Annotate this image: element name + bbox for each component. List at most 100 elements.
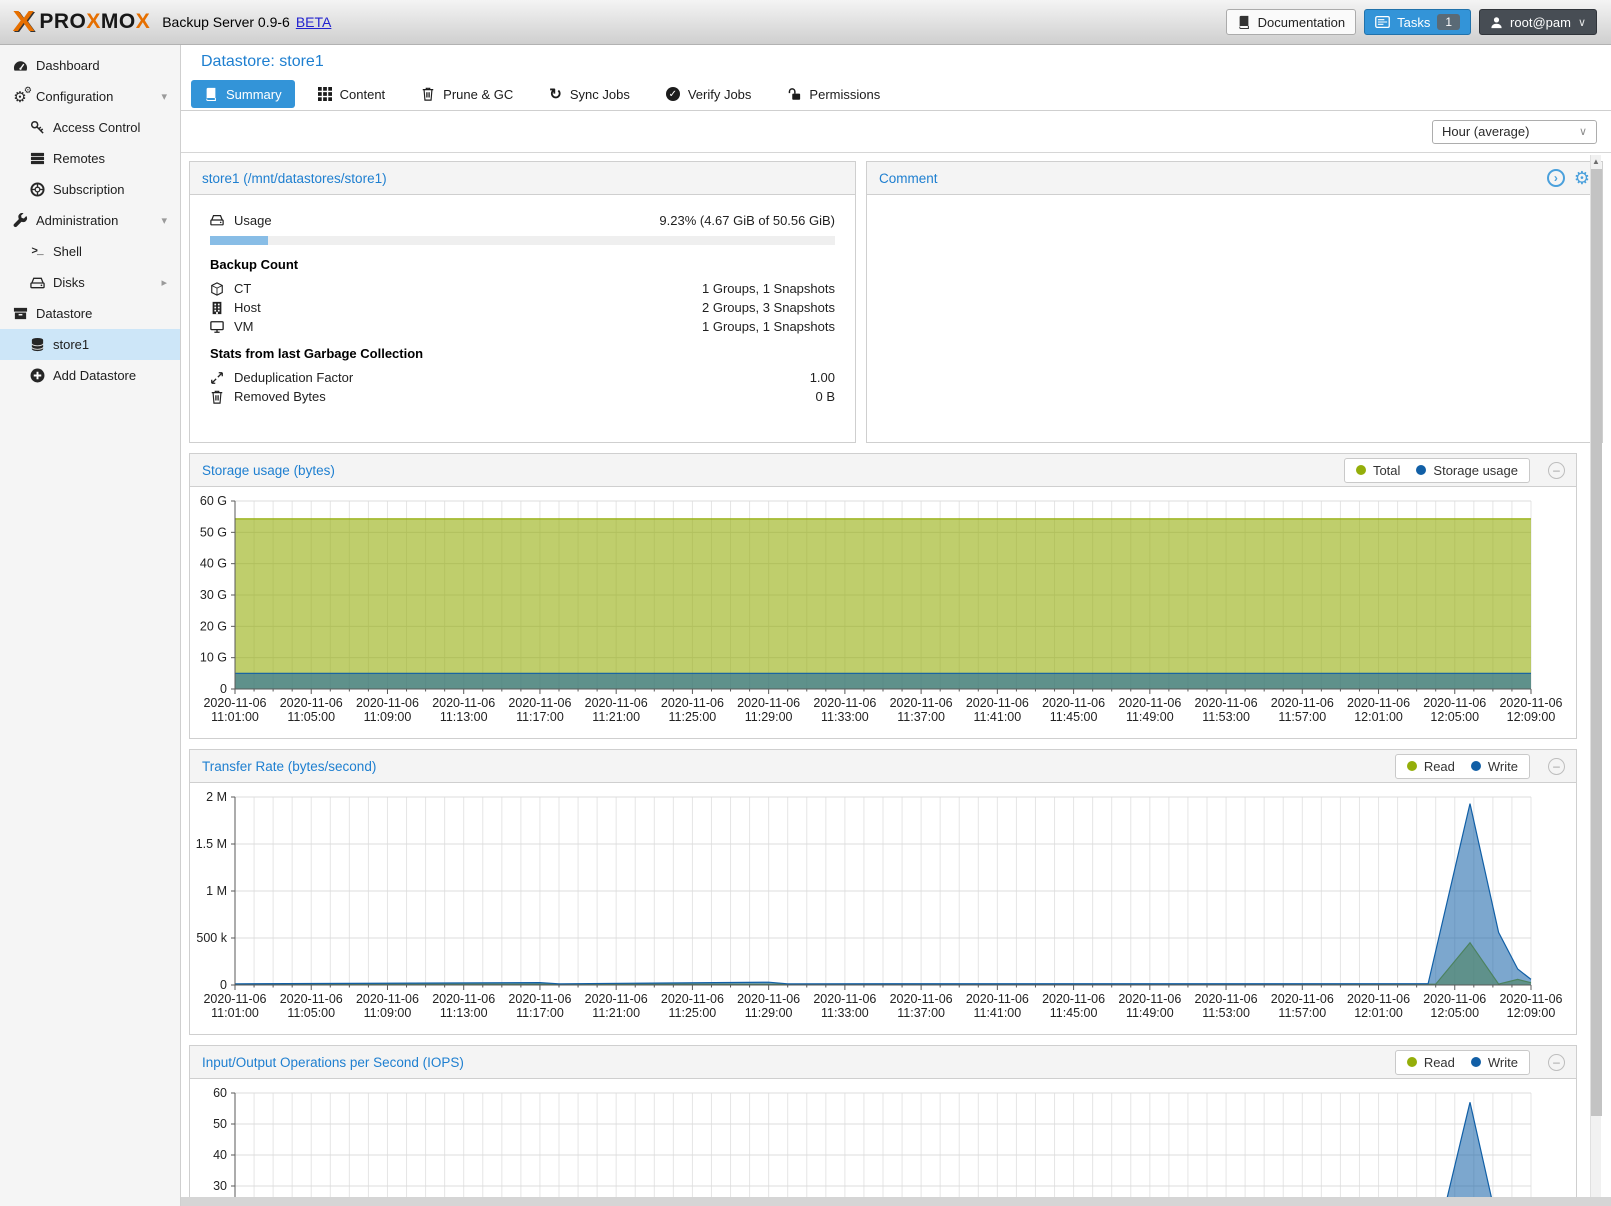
timeframe-select[interactable]: Hour (average) ∨ (1432, 120, 1597, 144)
tab-content[interactable]: Content (305, 80, 399, 108)
legend-item[interactable]: Read (1407, 1055, 1455, 1070)
svg-text:2020-11-06: 2020-11-06 (1347, 696, 1410, 710)
cube-icon (210, 282, 234, 296)
svg-text:11:05:00: 11:05:00 (287, 1006, 335, 1020)
sidebar-item-configuration[interactable]: ⚙⚙ Configuration ▾ (0, 81, 180, 112)
svg-text:2020-11-06: 2020-11-06 (890, 696, 953, 710)
legend-item[interactable]: Write (1471, 1055, 1518, 1070)
documentation-button[interactable]: Documentation (1226, 9, 1356, 35)
svg-text:2020-11-06: 2020-11-06 (203, 992, 266, 1006)
svg-text:40: 40 (213, 1148, 227, 1162)
svg-text:12:09:00: 12:09:00 (1507, 1006, 1556, 1020)
storage-usage-chart-panel: Storage usage (bytes) Total Storage usag… (189, 453, 1577, 739)
transfer-rate-chart-panel: Transfer Rate (bytes/second) Read Write … (189, 749, 1577, 1035)
tab-prune-gc[interactable]: Prune & GC (408, 80, 526, 108)
timeframe-value: Hour (average) (1442, 124, 1529, 139)
svg-text:11:21:00: 11:21:00 (592, 1006, 640, 1020)
sidebar-item-shell[interactable]: >_ Shell (0, 236, 180, 267)
brand-text: PROXMOX (39, 10, 150, 34)
archive-box-icon (10, 306, 30, 321)
chevron-circle-icon[interactable]: › (1547, 169, 1565, 187)
svg-text:12:09:00: 12:09:00 (1507, 710, 1556, 724)
tab-verify-jobs[interactable]: ✓ Verify Jobs (653, 80, 765, 108)
svg-text:2020-11-06: 2020-11-06 (1347, 992, 1410, 1006)
usage-progressbar (210, 236, 835, 245)
proxmox-x-icon: X (13, 8, 35, 37)
sidebar-item-access-control[interactable]: Access Control (0, 112, 180, 143)
task-list-icon (1375, 16, 1390, 28)
collapse-panel-icon[interactable]: – (1548, 1054, 1565, 1071)
legend-item[interactable]: Storage usage (1416, 463, 1518, 478)
svg-text:11:49:00: 11:49:00 (1126, 710, 1174, 724)
sidebar-item-dashboard[interactable]: Dashboard (0, 50, 180, 81)
sidebar-item-remotes[interactable]: Remotes (0, 143, 180, 174)
legend-item[interactable]: Write (1471, 759, 1518, 774)
chevron-down-icon[interactable]: ▾ (161, 214, 167, 227)
svg-text:11:29:00: 11:29:00 (745, 1006, 793, 1020)
collapse-panel-icon[interactable]: – (1548, 462, 1565, 479)
trash-icon (421, 87, 435, 101)
beta-link[interactable]: BETA (296, 14, 332, 30)
iops-chart: 01020304050602020-11-0611:01:002020-11-0… (190, 1081, 1576, 1206)
sidebar-item-store1[interactable]: store1 (0, 329, 180, 360)
backup-count-row-ct: CT 1 Groups, 1 Snapshots (210, 279, 835, 298)
tab-summary[interactable]: Summary (191, 80, 295, 108)
svg-text:11:01:00: 11:01:00 (211, 1006, 259, 1020)
sidebar-item-disks[interactable]: Disks ▸ (0, 267, 180, 298)
tab-label: Verify Jobs (688, 87, 752, 102)
tasks-button[interactable]: Tasks 1 (1364, 9, 1471, 35)
user-menu-button[interactable]: root@pam ∨ (1479, 9, 1597, 35)
tab-label: Content (340, 87, 386, 102)
backup-count-row-host: Host 2 Groups, 3 Snapshots (210, 298, 835, 317)
sidebar-item-subscription[interactable]: Subscription (0, 174, 180, 205)
life-ring-icon (27, 182, 47, 197)
sidebar-item-label: Access Control (53, 120, 140, 135)
vertical-scrollbar[interactable]: ▲ (1590, 155, 1601, 1206)
sidebar-item-label: Configuration (36, 89, 113, 104)
svg-text:11:57:00: 11:57:00 (1278, 710, 1326, 724)
svg-text:30 G: 30 G (200, 588, 227, 602)
backup-count-row-vm: VM 1 Groups, 1 Snapshots (210, 317, 835, 336)
hdd-icon (210, 213, 234, 227)
sidebar-item-datastore[interactable]: Datastore (0, 298, 180, 329)
svg-text:2020-11-06: 2020-11-06 (203, 696, 266, 710)
scroll-up-icon[interactable]: ▲ (1591, 155, 1601, 168)
legend-dot (1356, 465, 1366, 475)
svg-text:2020-11-06: 2020-11-06 (813, 992, 876, 1006)
chevron-down-icon[interactable]: ▾ (161, 90, 167, 103)
svg-text:11:37:00: 11:37:00 (897, 710, 945, 724)
horizontal-scrollbar-track[interactable] (181, 1197, 1611, 1206)
collapse-panel-icon[interactable]: – (1548, 758, 1565, 775)
svg-text:30: 30 (213, 1179, 227, 1193)
comment-text[interactable] (867, 195, 1602, 215)
legend-item[interactable]: Total (1356, 463, 1400, 478)
gear-icon[interactable]: ⚙ (1574, 168, 1590, 189)
tab-permissions[interactable]: Permissions (774, 80, 893, 108)
legend-item[interactable]: Read (1407, 759, 1455, 774)
trash-icon (210, 390, 234, 404)
svg-text:11:41:00: 11:41:00 (973, 710, 1021, 724)
svg-text:2 M: 2 M (206, 790, 227, 804)
sync-icon: ↻ (549, 85, 562, 103)
unlock-icon (787, 87, 801, 101)
scrollbar-thumb[interactable] (1591, 169, 1602, 1116)
sidebar: Dashboard ⚙⚙ Configuration ▾ Access Cont… (0, 45, 181, 1206)
sidebar-item-administration[interactable]: Administration ▾ (0, 205, 180, 236)
chevron-right-icon[interactable]: ▸ (161, 276, 167, 289)
main-area: Datastore: store1 Summary Content Prune … (181, 45, 1611, 1206)
terminal-icon: >_ (27, 246, 47, 258)
svg-text:12:05:00: 12:05:00 (1430, 710, 1479, 724)
row-label: Removed Bytes (234, 389, 326, 404)
sidebar-item-add-datastore[interactable]: Add Datastore (0, 360, 180, 391)
svg-text:2020-11-06: 2020-11-06 (280, 992, 343, 1006)
chart-legend: Read Write (1395, 1050, 1530, 1075)
svg-text:50 G: 50 G (200, 525, 227, 539)
caret-down-icon: ∨ (1578, 16, 1586, 29)
svg-text:2020-11-06: 2020-11-06 (508, 992, 571, 1006)
chart-title: Input/Output Operations per Second (IOPS… (202, 1055, 464, 1070)
tab-sync-jobs[interactable]: ↻ Sync Jobs (536, 80, 643, 108)
svg-text:2020-11-06: 2020-11-06 (813, 696, 876, 710)
row-label: VM (234, 319, 254, 334)
row-value: 0 B (815, 389, 835, 404)
svg-text:2020-11-06: 2020-11-06 (1042, 992, 1105, 1006)
